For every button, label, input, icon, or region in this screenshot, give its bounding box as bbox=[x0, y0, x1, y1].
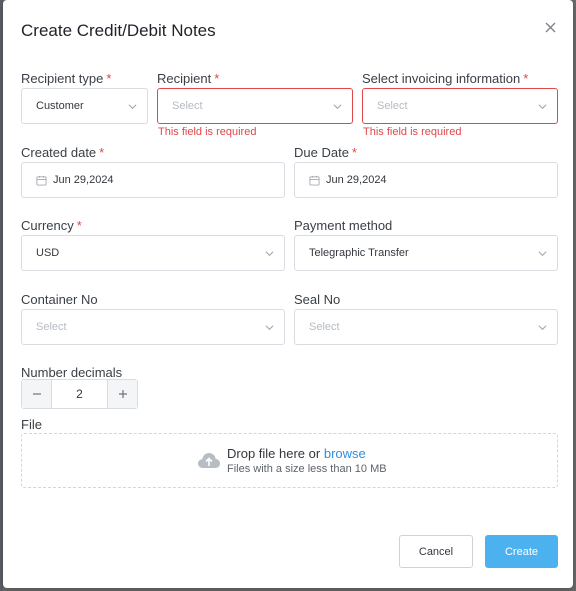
chevron-down-icon bbox=[333, 104, 342, 110]
seal-no-select[interactable]: Select bbox=[294, 309, 558, 345]
file-dropzone[interactable]: Drop file here or browse Files with a si… bbox=[21, 433, 558, 488]
drop-instructions: Drop file here or browse bbox=[227, 446, 366, 461]
required-marker: * bbox=[76, 218, 82, 233]
recipient-type-label: Recipient type * bbox=[21, 71, 111, 86]
required-marker: * bbox=[99, 145, 105, 160]
recipient-label-text: Recipient bbox=[157, 71, 212, 86]
invoicing-info-placeholder: Select bbox=[377, 100, 408, 112]
file-label-text: File bbox=[21, 417, 42, 432]
number-decimals-label-text: Number decimals bbox=[21, 365, 123, 380]
container-no-label-text: Container No bbox=[21, 292, 98, 307]
create-button[interactable]: Create bbox=[485, 535, 558, 568]
recipient-type-value: Customer bbox=[36, 100, 84, 112]
due-date-label: Due Date * bbox=[294, 145, 357, 160]
chevron-down-icon bbox=[538, 325, 547, 331]
browse-link[interactable]: browse bbox=[324, 446, 366, 461]
recipient-placeholder: Select bbox=[172, 100, 203, 112]
payment-method-select[interactable]: Telegraphic Transfer bbox=[294, 235, 558, 271]
chevron-down-icon bbox=[265, 251, 274, 257]
due-date-label-text: Due Date bbox=[294, 145, 349, 160]
cancel-button[interactable]: Cancel bbox=[399, 535, 473, 568]
minus-icon bbox=[32, 393, 41, 395]
recipient-type-label-text: Recipient type bbox=[21, 71, 104, 86]
seal-no-label-text: Seal No bbox=[294, 292, 341, 307]
invoicing-info-select[interactable]: Select bbox=[362, 88, 558, 124]
payment-method-label: Payment method bbox=[294, 218, 392, 233]
chevron-down-icon bbox=[128, 104, 137, 110]
invoicing-info-label-text: Select invoicing information bbox=[362, 71, 521, 86]
cloud-upload-icon bbox=[198, 453, 220, 468]
number-decimals-label: Number decimals bbox=[21, 365, 122, 380]
close-icon[interactable] bbox=[543, 20, 559, 36]
drop-text: Drop file here or bbox=[227, 446, 321, 461]
required-marker: * bbox=[523, 71, 529, 86]
container-no-select[interactable]: Select bbox=[21, 309, 285, 345]
plus-icon bbox=[118, 390, 127, 398]
currency-select[interactable]: USD bbox=[21, 235, 285, 271]
dialog-title: Create Credit/Debit Notes bbox=[21, 21, 216, 40]
invoicing-info-label: Select invoicing information * bbox=[362, 71, 528, 86]
chevron-down-icon bbox=[538, 251, 547, 257]
seal-no-placeholder: Select bbox=[309, 321, 340, 333]
created-date-value: Jun 29,2024 bbox=[53, 174, 114, 186]
decrement-button[interactable] bbox=[22, 380, 51, 408]
required-marker: * bbox=[106, 71, 112, 86]
created-date-label: Created date * bbox=[21, 145, 104, 160]
number-decimals-stepper: 2 bbox=[21, 379, 138, 409]
chevron-down-icon bbox=[538, 104, 547, 110]
file-label: File bbox=[21, 417, 42, 432]
required-marker: * bbox=[351, 145, 357, 160]
recipient-select[interactable]: Select bbox=[157, 88, 353, 124]
calendar-icon bbox=[36, 175, 47, 186]
chevron-down-icon bbox=[265, 325, 274, 331]
container-no-placeholder: Select bbox=[36, 321, 67, 333]
invoicing-info-error: This field is required bbox=[363, 126, 462, 138]
created-date-label-text: Created date bbox=[21, 145, 97, 160]
seal-no-label: Seal No bbox=[294, 292, 340, 307]
calendar-icon bbox=[309, 175, 320, 186]
recipient-error: This field is required bbox=[158, 126, 257, 138]
currency-label-text: Currency bbox=[21, 218, 74, 233]
currency-value: USD bbox=[36, 247, 60, 259]
container-no-label: Container No bbox=[21, 292, 98, 307]
file-size-hint: Files with a size less than 10 MB bbox=[227, 463, 387, 475]
due-date-value: Jun 29,2024 bbox=[326, 174, 387, 186]
create-note-dialog: Create Credit/Debit Notes Recipient type… bbox=[3, 0, 573, 588]
created-date-picker[interactable]: Jun 29,2024 bbox=[21, 162, 285, 198]
increment-button[interactable] bbox=[108, 380, 137, 408]
required-marker: * bbox=[214, 71, 220, 86]
recipient-type-select[interactable]: Customer bbox=[21, 88, 148, 124]
payment-method-label-text: Payment method bbox=[294, 218, 393, 233]
due-date-picker[interactable]: Jun 29,2024 bbox=[294, 162, 558, 198]
recipient-label: Recipient * bbox=[157, 71, 219, 86]
payment-method-value: Telegraphic Transfer bbox=[309, 247, 409, 259]
number-decimals-input[interactable]: 2 bbox=[51, 380, 108, 408]
currency-label: Currency * bbox=[21, 218, 82, 233]
